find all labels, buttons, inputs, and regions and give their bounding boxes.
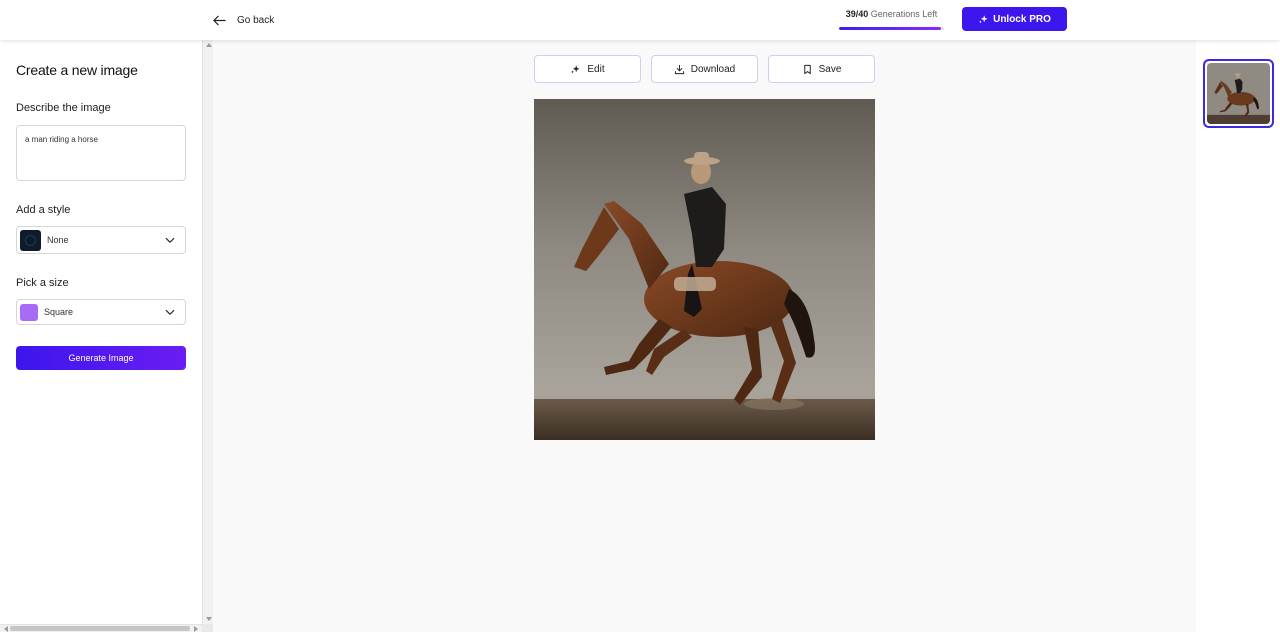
save-button[interactable]: Save xyxy=(768,55,875,83)
scroll-up-arrow-icon[interactable] xyxy=(206,43,212,47)
size-label: Pick a size xyxy=(16,277,69,289)
go-back-link[interactable]: Go back xyxy=(212,10,274,30)
arrow-left-icon xyxy=(213,15,226,25)
generations-counter: 39/40 Generations Left xyxy=(839,9,944,19)
style-select[interactable]: None xyxy=(16,226,186,254)
style-select-value: None xyxy=(47,235,69,245)
history-rail xyxy=(1196,40,1280,632)
go-back-label: Go back xyxy=(237,14,275,26)
describe-label: Describe the image xyxy=(16,102,111,114)
chevron-down-icon xyxy=(165,237,175,243)
chevron-down-icon xyxy=(165,309,175,315)
generations-used: 39/40 xyxy=(845,9,869,19)
scroll-right-arrow-icon[interactable] xyxy=(194,626,198,632)
unlock-pro-button[interactable]: Unlock PRO xyxy=(962,7,1067,31)
style-label: Add a style xyxy=(16,204,71,216)
edit-button[interactable]: Edit xyxy=(534,55,641,83)
bookmark-icon xyxy=(803,64,811,74)
sparkle-icon xyxy=(979,14,988,23)
generations-label: Generations Left xyxy=(870,9,938,19)
download-button[interactable]: Download xyxy=(651,55,758,83)
history-thumbnail[interactable] xyxy=(1203,59,1274,128)
scroll-down-arrow-icon[interactable] xyxy=(206,617,212,621)
download-icon xyxy=(674,64,684,74)
generate-image-button[interactable]: Generate Image xyxy=(16,346,186,370)
create-image-panel: Create a new image Describe the image a … xyxy=(0,40,202,632)
scrollbar-corner xyxy=(202,624,213,632)
download-label: Download xyxy=(690,63,736,75)
unlock-pro-label: Unlock PRO xyxy=(993,13,1051,25)
scrollbar-thumb[interactable] xyxy=(10,626,190,631)
style-swatch xyxy=(20,229,41,251)
generations-progress-fill xyxy=(839,27,942,30)
top-header: Go back 39/40 Generations Left Unlock PR… xyxy=(0,0,1280,40)
edit-label: Edit xyxy=(587,63,605,75)
size-select-value: Square xyxy=(44,307,74,317)
size-select[interactable]: Square xyxy=(16,299,186,325)
generations-progress-bar xyxy=(839,27,944,30)
image-preview-area: Edit Download Save xyxy=(213,40,1196,632)
sidebar-vertical-scrollbar[interactable] xyxy=(202,40,213,624)
generated-image xyxy=(534,99,875,440)
scroll-left-arrow-icon[interactable] xyxy=(4,626,8,632)
sidebar-horizontal-scrollbar[interactable] xyxy=(0,624,202,632)
size-swatch xyxy=(20,303,38,321)
sparkle-icon xyxy=(571,64,580,73)
prompt-textarea[interactable]: a man riding a horse xyxy=(16,125,186,181)
panel-title: Create a new image xyxy=(16,62,138,78)
save-label: Save xyxy=(818,63,842,75)
